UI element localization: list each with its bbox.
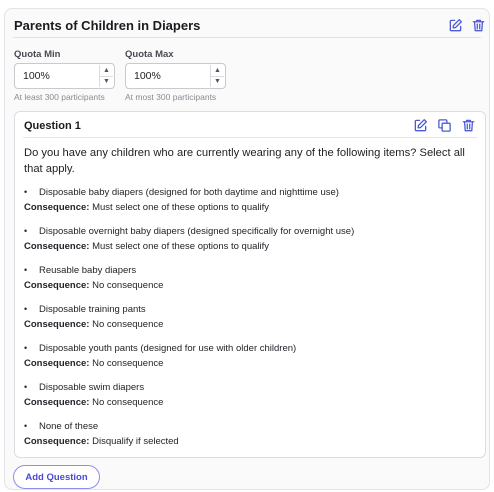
add-question-button[interactable]: Add Question <box>13 465 100 489</box>
consequence-value: Must select one of these options to qual… <box>92 241 270 252</box>
consequence-label: Consequence: <box>24 202 90 213</box>
question-divider <box>23 137 477 138</box>
option-label: Disposable youth pants (designed for use… <box>39 343 297 354</box>
edit-icon <box>449 18 462 31</box>
consequence-label: Consequence: <box>24 241 90 252</box>
option-consequence: Consequence: Disqualify if selected <box>24 435 484 448</box>
consequence-value: No consequence <box>92 397 164 408</box>
answer-option: • Reusable baby diapers Consequence: No co… <box>24 264 484 292</box>
delete-question-button[interactable] <box>459 116 477 134</box>
edit-icon <box>414 118 427 131</box>
consequence-value: No consequence <box>92 280 164 291</box>
quota-min-label: Quota Min <box>14 49 61 60</box>
consequence-value: Disqualify if selected <box>92 436 179 447</box>
option-consequence: Consequence: No consequence <box>24 396 484 409</box>
consequence-label: Consequence: <box>24 319 90 330</box>
quota-max-value: 100% <box>134 70 161 82</box>
consequence-label: Consequence: <box>24 397 90 408</box>
option-label: Disposable swim diapers <box>39 382 145 393</box>
bullet-icon: • <box>24 343 28 353</box>
consequence-value: Must select one of these options to qual… <box>92 202 270 213</box>
bullet-icon: • <box>24 265 28 275</box>
chevron-down-icon[interactable]: ▼ <box>211 75 224 88</box>
answer-option: • Disposable baby diapers (designed for b… <box>24 186 484 214</box>
quota-min-help: At least 300 participants <box>14 92 105 102</box>
question-text: Do you have any children who are current… <box>24 147 465 175</box>
chevron-up-icon[interactable]: ▲ <box>211 65 224 76</box>
option-line: • Reusable baby diapers <box>24 264 484 277</box>
quota-min-stepper[interactable]: ▲ ▼ <box>99 65 113 87</box>
question-title: Question 1 <box>24 120 81 132</box>
quota-max-stepper[interactable]: ▲ ▼ <box>210 65 224 87</box>
option-label: Disposable overnight baby diapers (desig… <box>39 226 355 237</box>
delete-group-button[interactable] <box>469 16 487 34</box>
option-consequence: Consequence: No consequence <box>24 318 484 331</box>
quota-max-input[interactable]: 100% ▲ ▼ <box>125 63 226 89</box>
option-line: • Disposable training pants <box>24 303 484 316</box>
quota-min-value: 100% <box>23 70 50 82</box>
answer-option: • Disposable overnight baby diapers (desi… <box>24 225 484 253</box>
bullet-icon: • <box>24 382 28 392</box>
consequence-value: No consequence <box>92 319 164 330</box>
chevron-up-icon[interactable]: ▲ <box>100 65 113 76</box>
option-consequence: Consequence: Must select one of these op… <box>24 240 484 253</box>
question-card: Question 1 Do you have any children who … <box>14 111 486 458</box>
edit-question-button[interactable] <box>411 116 429 134</box>
option-line: • Disposable baby diapers (designed for b… <box>24 186 484 199</box>
consequence-label: Consequence: <box>24 436 90 447</box>
trash-icon <box>472 19 484 31</box>
edit-group-button[interactable] <box>446 16 464 34</box>
consequence-label: Consequence: <box>24 358 90 369</box>
option-consequence: Consequence: No consequence <box>24 279 484 292</box>
bullet-icon: • <box>24 304 28 314</box>
answer-option: • None of these Consequence: Disqualify if… <box>24 420 484 448</box>
answer-option: • Disposable swim diapers Consequence: No … <box>24 381 484 409</box>
chevron-down-icon[interactable]: ▼ <box>100 75 113 88</box>
copy-icon <box>437 118 451 132</box>
answer-option: • Disposable youth pants (designed for us… <box>24 342 484 370</box>
option-consequence: Consequence: Must select one of these op… <box>24 201 484 214</box>
quota-min-input[interactable]: 100% ▲ ▼ <box>14 63 115 89</box>
quota-group-title: Parents of Children in Diapers <box>14 17 201 33</box>
option-line: • Disposable overnight baby diapers (desi… <box>24 225 484 238</box>
header-divider <box>13 37 481 38</box>
trash-icon <box>462 119 474 131</box>
option-label: Reusable baby diapers <box>39 265 137 276</box>
quota-max-help: At most 300 participants <box>125 92 217 102</box>
option-label: Disposable training pants <box>39 304 146 315</box>
option-line: • Disposable swim diapers <box>24 381 484 394</box>
bullet-icon: • <box>24 226 28 236</box>
consequence-label: Consequence: <box>24 280 90 291</box>
option-line: • Disposable youth pants (designed for us… <box>24 342 484 355</box>
bullet-icon: • <box>24 421 28 431</box>
duplicate-question-button[interactable] <box>435 116 453 134</box>
answer-option: • Disposable training pants Consequence: N… <box>24 303 484 331</box>
option-label: Disposable baby diapers (designed for bo… <box>39 187 339 198</box>
option-consequence: Consequence: No consequence <box>24 357 484 370</box>
option-line: • None of these <box>24 420 484 433</box>
option-label: None of these <box>39 421 99 432</box>
quota-max-label: Quota Max <box>125 49 174 60</box>
bullet-icon: • <box>24 187 28 197</box>
consequence-value: No consequence <box>92 358 164 369</box>
